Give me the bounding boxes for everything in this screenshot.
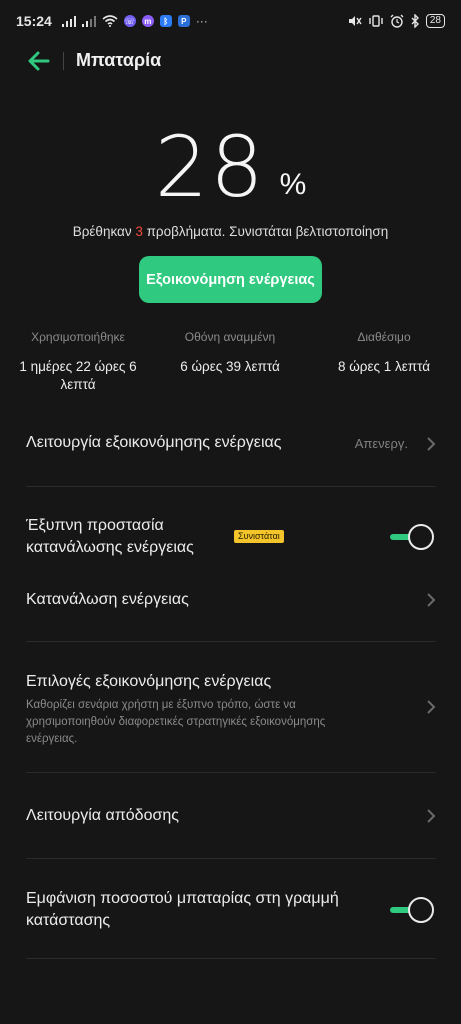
divider <box>26 958 436 959</box>
stat-used: Χρησιμοποιήθηκε 1 ημέρες 22 ώρες 6 λεπτά <box>8 330 148 394</box>
stat-label: Οθόνη αναμμένη <box>184 330 276 344</box>
chevron-right-icon <box>427 437 436 451</box>
chevron-right-icon <box>427 700 436 714</box>
status-time: 15:24 <box>16 13 52 29</box>
row-value: Απενεργ. <box>354 436 408 451</box>
chevron-right-icon <box>427 809 436 823</box>
show-percentage-toggle[interactable] <box>390 897 434 923</box>
toggle-knob <box>408 524 434 550</box>
app-header: Μπαταρία <box>0 42 461 80</box>
stat-label: Διαθέσιμο <box>357 330 411 344</box>
smart-protection-row[interactable]: Έξυπνη προστασία κατανάλωσης ενέργειας <box>26 515 436 561</box>
row-title: Επιλογές εξοικονόμησης ενέργειας <box>26 673 272 690</box>
row-title: Λειτουργία απόδοσης <box>26 807 179 824</box>
stat-available: Διαθέσιμο 8 ώρες 1 λεπτά <box>314 330 454 376</box>
show-percentage-row[interactable]: Εμφάνιση ποσοστού μπαταρίας στη γραμμή κ… <box>26 888 436 934</box>
row-title: Εμφάνιση ποσοστού μπαταρίας στη γραμμή κ… <box>26 890 339 929</box>
optimize-button[interactable]: Εξοικονόμηση ενέργειας <box>139 256 322 303</box>
stat-label: Χρησιμοποιήθηκε <box>31 330 125 344</box>
stat-value: 1 ημέρες 22 ώρες 6 λεπτά <box>19 359 137 392</box>
viber-icon: ☏ <box>123 15 136 27</box>
bluetooth-icon <box>410 14 420 28</box>
stat-value: 8 ώρες 1 λεπτά <box>337 359 431 374</box>
divider <box>26 486 436 487</box>
battery-icon: 28 <box>425 14 445 28</box>
back-button[interactable] <box>26 50 52 72</box>
power-saving-mode-row[interactable]: Λειτουργία εξοικονόμησης ενέργειας Απενε… <box>26 432 436 456</box>
toggle-knob <box>408 897 434 923</box>
issues-count: 3 <box>135 224 143 239</box>
row-title: Έξυπνη προστασία κατανάλωσης ενέργειας <box>26 517 194 556</box>
performance-mode-row[interactable]: Λειτουργία απόδοσης <box>26 805 436 829</box>
overflow-dots: ··· <box>195 14 208 28</box>
issues-suffix: προβλήματα. Συνιστάται βελτιστοποίηση <box>142 224 389 239</box>
page-title: Μπαταρία <box>76 50 162 70</box>
battery-stats: Χρησιμοποιήθηκε 1 ημέρες 22 ώρες 6 λεπτά… <box>0 330 461 392</box>
paypal-icon: P <box>177 15 190 27</box>
power-consumption-row[interactable]: Κατανάλωση ενέργειας <box>26 589 436 613</box>
status-bar-left: 15:24 ☏ m ᛒ P ··· <box>16 13 208 29</box>
chevron-right-icon <box>427 593 436 607</box>
issues-message: Βρέθηκαν 3 προβλήματα. Συνιστάται βελτισ… <box>0 224 461 239</box>
stat-value: 6 ώρες 39 λεπτά <box>180 359 280 374</box>
arrow-left-icon <box>28 51 50 71</box>
status-bar-right: 28 <box>348 14 445 28</box>
status-bar: 15:24 ☏ m ᛒ P ··· 28 <box>0 0 461 42</box>
battery-percentage-display: 28% <box>0 118 461 216</box>
mute-icon <box>348 15 362 27</box>
issues-prefix: Βρέθηκαν <box>72 224 136 239</box>
signal-icon <box>81 15 96 27</box>
header-divider <box>63 52 64 70</box>
divider <box>26 772 436 773</box>
stat-screen-on: Οθόνη αναμμένη 6 ώρες 39 λεπτά <box>160 330 300 376</box>
vibrate-icon <box>368 15 384 27</box>
divider <box>26 641 436 642</box>
percent-sign: % <box>279 168 307 201</box>
wifi-icon <box>102 15 118 27</box>
row-title: Κατανάλωση ενέργειας <box>26 591 189 608</box>
row-description: Καθορίζει σενάρια χρήστη με έξυπνο τρόπο… <box>26 699 326 745</box>
saving-options-row[interactable]: Επιλογές εξοικονόμησης ενέργειας Καθορίζ… <box>26 671 436 751</box>
bluetooth-app-icon: ᛒ <box>159 15 172 27</box>
alarm-icon <box>390 14 404 28</box>
battery-percent-value: 28 <box>154 118 266 216</box>
messenger-icon: m <box>141 15 154 27</box>
recommended-badge: Συνιστάται <box>234 530 284 543</box>
signal-icon <box>61 15 76 27</box>
smart-protection-toggle[interactable] <box>390 524 434 550</box>
divider <box>26 858 436 859</box>
